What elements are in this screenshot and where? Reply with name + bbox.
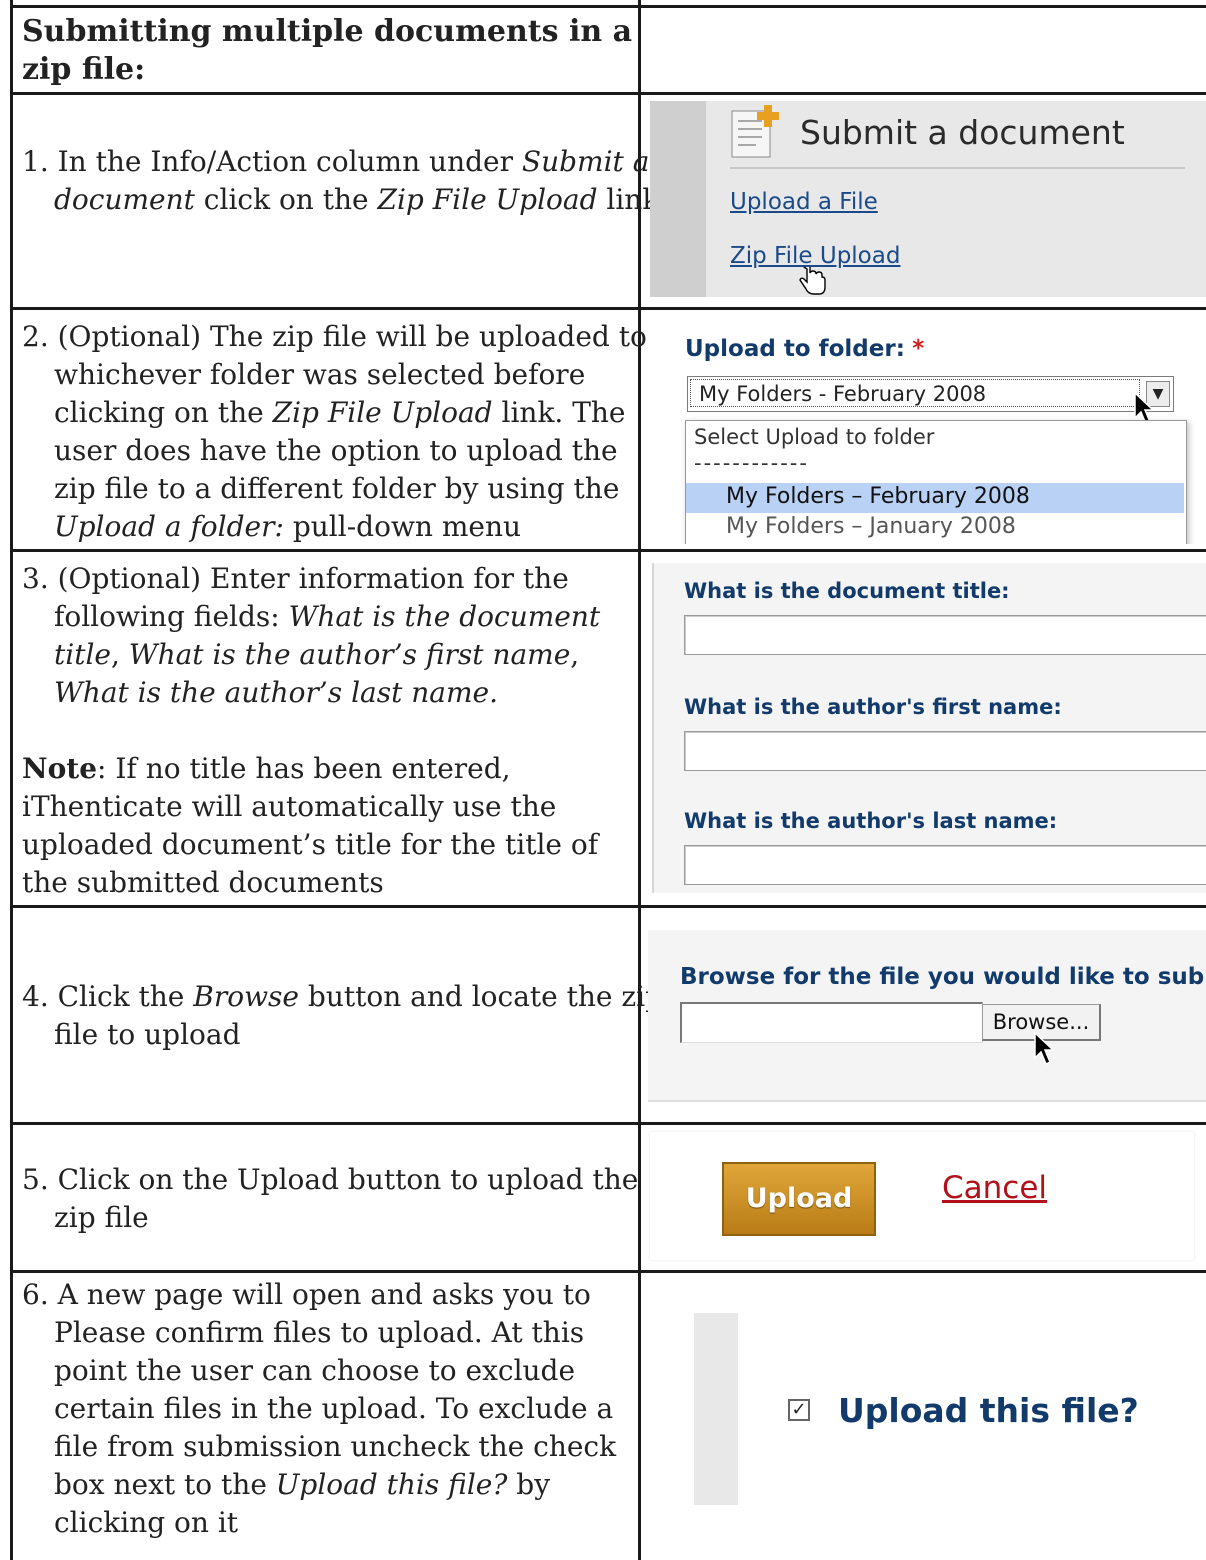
instructions-table: Submitting multiple documents in a zip f… — [10, 0, 1206, 1560]
step-5-text: 5. Click on the Upload button to upload … — [22, 1161, 666, 1237]
step-number: 2. — [22, 320, 58, 353]
step-6-text: 6. A new page will open and asks you to … — [22, 1276, 666, 1542]
folder-select-value: My Folders - February 2008 — [690, 379, 1140, 407]
step-number: 3. — [22, 562, 58, 595]
hand-pointer-icon — [799, 267, 826, 295]
submit-document-heading: Submit a document — [800, 113, 1125, 152]
screenshot-upload-folder: Upload to folder: * My Folders - Februar… — [650, 318, 1206, 544]
sidebar-strip — [650, 101, 706, 297]
step-number: 6. — [22, 1278, 58, 1311]
document-title-input[interactable] — [684, 615, 1206, 655]
screenshot-browse: Browse for the file you would like to su… — [648, 930, 1206, 1102]
step-3-note: Note: If no title has been entered, iThe… — [22, 750, 634, 902]
note-label: Note — [22, 752, 98, 785]
author-last-name-input[interactable] — [684, 845, 1206, 885]
step-3-text: 3. (Optional) Enter information for the … — [22, 560, 634, 712]
file-path-input[interactable] — [680, 1002, 983, 1043]
step-4-text: 4. Click the Browse button and locate th… — [22, 978, 666, 1054]
emphasis-text: Zip File Upload — [377, 183, 598, 216]
step-1-text: 1. In the Info/Action column under Submi… — [22, 143, 666, 219]
row-divider — [12, 1122, 1206, 1125]
cursor-arrow-icon — [1034, 1032, 1055, 1066]
row-divider — [12, 549, 1206, 552]
heading-underline — [730, 167, 1185, 169]
table-header-title: Submitting multiple documents in a zip f… — [22, 14, 633, 87]
step-text-run: Click the — [57, 980, 194, 1013]
dropdown-option-selected[interactable]: My Folders – February 2008 — [686, 483, 1184, 513]
dropdown-option[interactable]: Select Upload to folder — [694, 425, 934, 449]
step-number: 1. — [22, 145, 58, 178]
row-divider — [12, 92, 1206, 95]
screenshot-submit-document: Submit a document Upload a File Zip File… — [650, 101, 1206, 297]
upload-a-file-link[interactable]: Upload a File — [730, 189, 878, 215]
dropdown-separator: ------------ — [694, 451, 809, 475]
step-text-run: , — [110, 638, 129, 671]
sidebar-strip — [694, 1313, 738, 1505]
row-divider — [12, 307, 1206, 310]
upload-to-folder-label: Upload to folder: * — [685, 336, 925, 362]
dropdown-option[interactable]: My Folders – January 2008 — [726, 514, 1016, 539]
emphasis-text: Upload a folder: — [54, 510, 284, 543]
upload-this-file-label: Upload this file? — [838, 1391, 1139, 1430]
document-title-label: What is the document title: — [684, 579, 1010, 603]
step-text-run: Click on the Upload button to upload the… — [54, 1163, 639, 1234]
emphasis-text: Zip File Upload — [272, 396, 493, 429]
step-text-run: pull-down menu — [283, 510, 522, 543]
folder-dropdown-list: Select Upload to folder ------------ My … — [685, 420, 1187, 544]
step-3-cell: 3. (Optional) Enter information for the … — [22, 560, 634, 902]
column-divider — [10, 0, 13, 1560]
screenshot-document-fields: What is the document title: What is the … — [652, 563, 1206, 893]
cancel-link[interactable]: Cancel — [942, 1170, 1047, 1206]
screenshot-confirm-files: ✓ Upload this file? — [650, 1313, 1190, 1505]
document-add-icon — [731, 105, 779, 158]
required-mark: * — [912, 336, 925, 362]
screenshot-upload-buttons: Upload Cancel — [650, 1132, 1194, 1260]
step-2-text: 2. (Optional) The zip file will be uploa… — [22, 318, 666, 546]
author-first-name-input[interactable] — [684, 731, 1206, 771]
author-first-name-label: What is the author's first name: — [684, 695, 1062, 719]
emphasis-text: What is the author’s last name. — [54, 676, 498, 709]
row-divider — [12, 5, 1206, 8]
zip-file-upload-link[interactable]: Zip File Upload — [730, 243, 900, 269]
note-text: : If no title has been entered, iThentic… — [22, 752, 599, 899]
emphasis-text: What is the author’s first name — [128, 638, 571, 671]
upload-this-file-checkbox[interactable]: ✓ — [788, 1399, 810, 1421]
browse-label: Browse for the file you would like to su… — [680, 964, 1206, 990]
row-divider — [12, 1270, 1206, 1273]
emphasis-text: Browse — [193, 980, 299, 1013]
upload-button[interactable]: Upload — [722, 1162, 876, 1236]
emphasis-text: Upload this file? — [275, 1468, 508, 1501]
panel-edge — [652, 563, 654, 893]
author-last-name-label: What is the author's last name: — [684, 809, 1058, 833]
step-number: 5. — [22, 1163, 58, 1196]
step-text-run: click on the — [194, 183, 378, 216]
row-divider — [12, 905, 1206, 908]
step-number: 4. — [22, 980, 58, 1013]
step-text-run: , — [570, 638, 580, 671]
step-text-run: In the Info/Action column under — [57, 145, 522, 178]
folder-select[interactable]: My Folders - February 2008 ▼ — [687, 376, 1174, 412]
